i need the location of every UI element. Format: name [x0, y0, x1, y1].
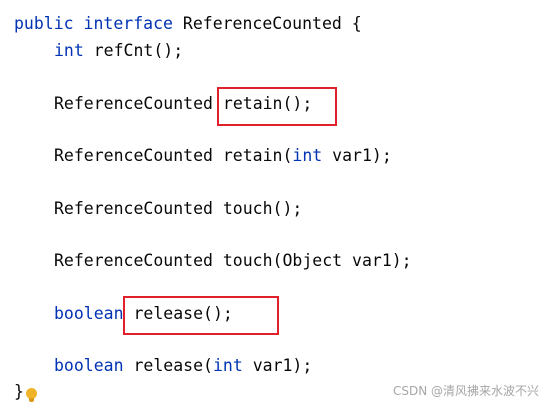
- code-line-touch: ReferenceCounted touch();: [54, 199, 303, 218]
- keyword-boolean: boolean: [54, 356, 124, 375]
- refcnt-signature: refCnt();: [83, 41, 184, 60]
- watermark: CSDN @清风拂来水波不兴: [392, 384, 539, 398]
- highlight-box-retain: [217, 87, 337, 126]
- release-int-prefix: release(: [123, 356, 213, 375]
- closing-brace: }: [14, 382, 24, 401]
- code-line-refcnt: int refCnt();: [54, 40, 183, 62]
- return-type: ReferenceCounted: [54, 94, 213, 113]
- code-line-release-int: boolean release(int var1);: [54, 355, 312, 377]
- keyword-boolean: boolean: [54, 304, 124, 323]
- lightbulb-icon[interactable]: [26, 388, 37, 402]
- highlight-box-release: [123, 296, 279, 335]
- code-line-retain-int: ReferenceCounted retain(int var1);: [54, 145, 392, 167]
- interface-name: ReferenceCounted {: [172, 14, 362, 33]
- release-int-suffix: var1);: [242, 356, 313, 375]
- code-editor[interactable]: public interface ReferenceCounted { int …: [0, 0, 553, 405]
- retain-int-suffix: var1);: [322, 146, 392, 165]
- retain-int-prefix: ReferenceCounted retain(: [54, 146, 293, 165]
- keyword-int: int: [212, 356, 243, 375]
- code-line-interface-declaration: public interface ReferenceCounted {: [14, 13, 362, 35]
- keyword-public: public: [14, 14, 74, 33]
- keyword-int: int: [292, 146, 323, 165]
- keyword-int: int: [54, 41, 84, 60]
- code-line-touch-object: ReferenceCounted touch(Object var1);: [54, 251, 412, 270]
- keyword-interface: interface: [83, 14, 173, 33]
